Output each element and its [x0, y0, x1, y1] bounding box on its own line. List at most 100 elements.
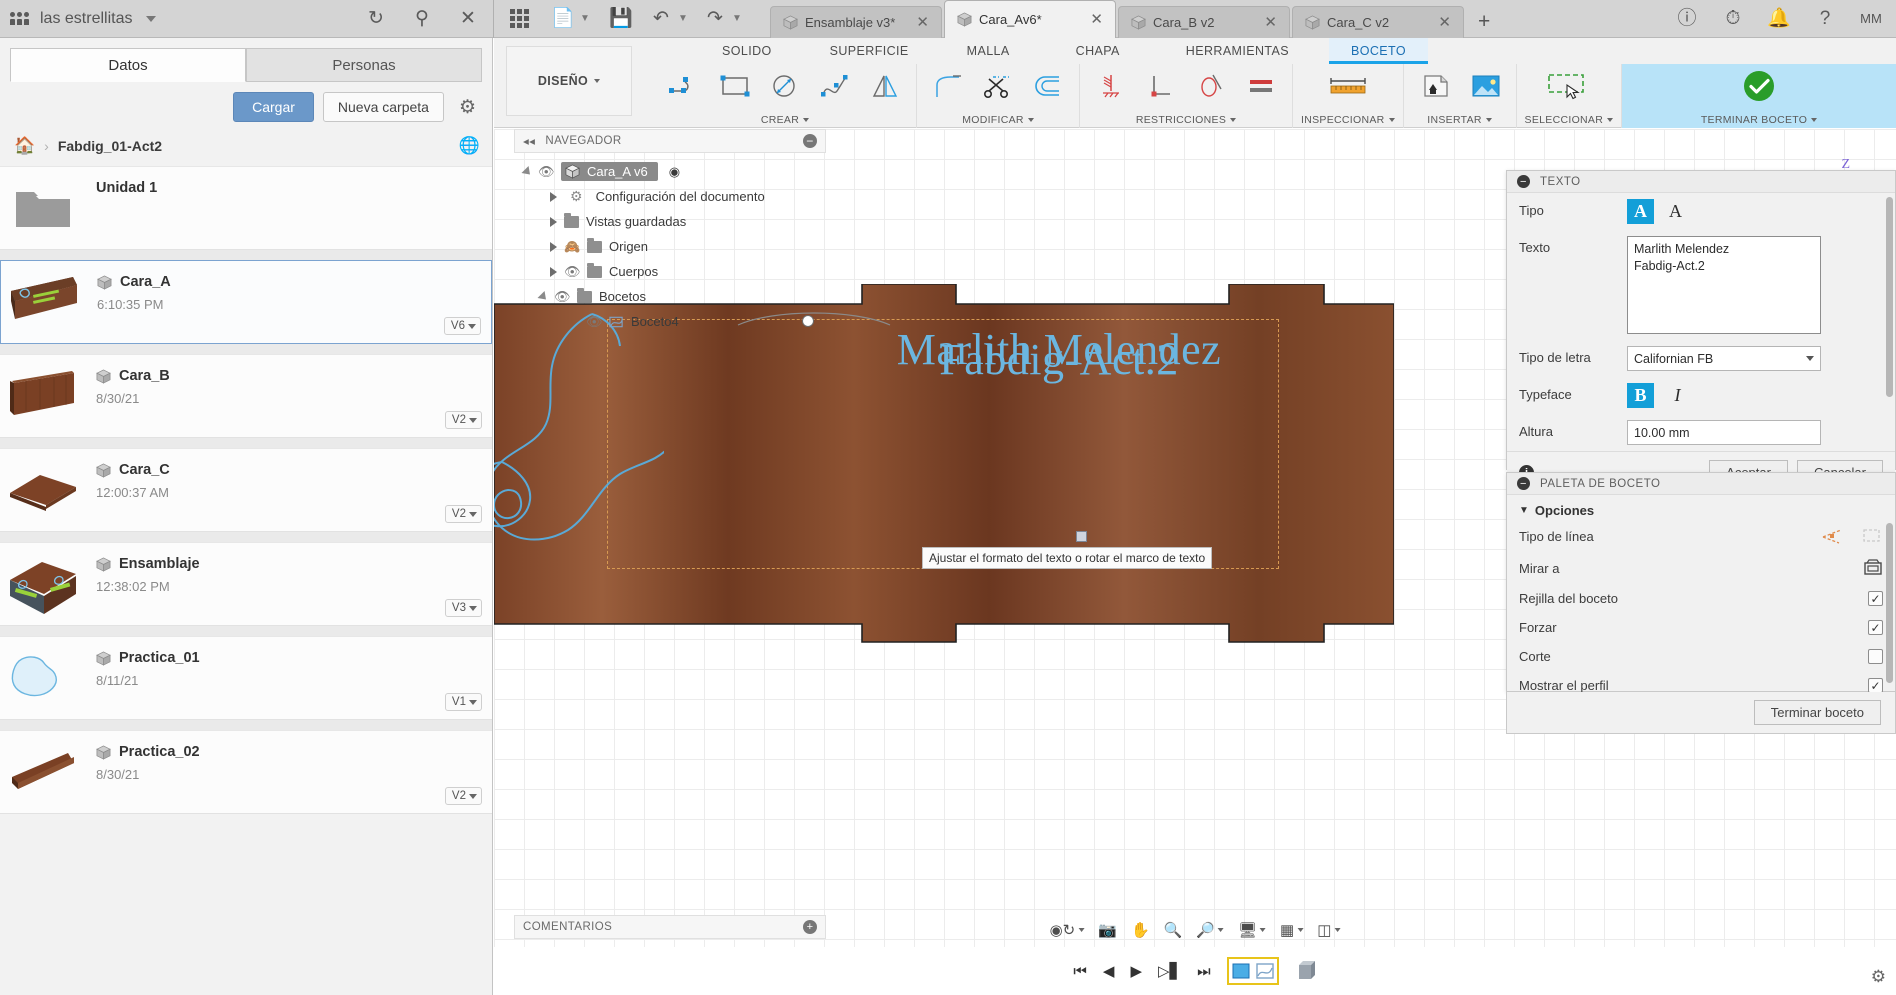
search-icon[interactable]: ⚲	[411, 8, 433, 30]
tab-malla[interactable]: MALLA	[945, 38, 1032, 64]
mirror-icon[interactable]	[862, 65, 908, 107]
finish-sketch-button[interactable]: Terminar boceto	[1753, 700, 1881, 725]
eye-icon[interactable]: 👁	[538, 164, 555, 180]
checkbox-rejilla[interactable]: ✓	[1868, 591, 1883, 606]
tab-personas[interactable]: Personas	[246, 48, 482, 82]
chevron-down-icon[interactable]: ▼	[672, 8, 694, 30]
document-tab-active[interactable]: Cara_Av6* ✕	[944, 0, 1116, 38]
minus-circle-icon[interactable]: −	[1517, 175, 1530, 188]
fillet-icon[interactable]	[925, 65, 971, 107]
tree-root-row[interactable]: 👁 Cara_A v6 ◉	[514, 159, 826, 184]
version-badge[interactable]: V6	[443, 317, 481, 335]
minus-circle-icon[interactable]: −	[1517, 477, 1530, 490]
display-settings-icon[interactable]: 🖥	[1238, 921, 1267, 939]
chevron-down-icon[interactable]	[146, 15, 157, 22]
tree-node-origen[interactable]: 🙈 Origen	[514, 234, 826, 259]
timeline-features[interactable]	[1226, 957, 1279, 985]
avatar[interactable]: MM	[1860, 8, 1882, 30]
viewports-icon[interactable]: ◫	[1317, 921, 1341, 939]
ribbon-group-label[interactable]: MODIFICAR	[962, 114, 1034, 128]
insert-derive-icon[interactable]	[1412, 65, 1458, 107]
checkbox-corte[interactable]	[1868, 649, 1883, 664]
height-input[interactable]	[1627, 420, 1821, 445]
question-icon[interactable]: ?	[1814, 8, 1836, 30]
look-at-plane-icon[interactable]	[1863, 559, 1883, 577]
dog-sketch-outline[interactable]	[494, 294, 664, 624]
version-badge[interactable]: V2	[444, 787, 482, 805]
tree-node-cuerpos[interactable]: 👁 Cuerpos	[514, 259, 826, 284]
checkbox-forzar[interactable]: ✓	[1868, 620, 1883, 635]
step-forward-icon[interactable]: ▷▋	[1158, 962, 1181, 980]
list-item-folder[interactable]: Unidad 1	[0, 166, 492, 250]
close-icon[interactable]: ✕	[1428, 13, 1451, 31]
undo-icon[interactable]: ↶	[650, 8, 672, 30]
text-type-horizontal-button[interactable]: A	[1627, 199, 1654, 224]
list-item-cara-b[interactable]: Cara_B 8/30/21 V2	[0, 354, 492, 438]
redo-icon[interactable]: ↷	[704, 8, 726, 30]
font-select[interactable]: Californian FB	[1627, 346, 1821, 371]
measure-icon[interactable]	[1319, 65, 1377, 107]
text-value-input[interactable]: Marlith Melendez Fabdig-Act.2	[1627, 236, 1821, 334]
construction-line-icon[interactable]	[1821, 527, 1843, 545]
palette-scrollbar[interactable]	[1886, 523, 1893, 683]
gear-icon[interactable]: ⚙	[453, 96, 482, 119]
close-icon[interactable]: ✕	[1080, 10, 1103, 28]
sketch-palette-section[interactable]: ▼ Opciones	[1507, 495, 1895, 520]
tree-node-vistas[interactable]: Vistas guardadas	[514, 209, 826, 234]
step-back-icon[interactable]: ◀	[1103, 962, 1115, 980]
settings-gear-icon[interactable]: ⚙	[1871, 967, 1886, 987]
tab-boceto[interactable]: BOCETO	[1329, 38, 1428, 64]
new-tab-button[interactable]: +	[1466, 10, 1502, 38]
breadcrumb-current[interactable]: Fabdig_01-Act2	[58, 138, 162, 154]
refresh-icon[interactable]: ↻	[365, 8, 387, 30]
help-icon[interactable]: ⓘ	[1676, 8, 1698, 30]
fix-icon[interactable]	[1088, 65, 1134, 107]
new-folder-button[interactable]: Nueva carpeta	[322, 92, 444, 122]
text-frame-box[interactable]	[607, 319, 1279, 569]
play-icon[interactable]: ▶	[1130, 962, 1142, 980]
eye-off-icon[interactable]: 🙈	[564, 239, 580, 255]
insert-image-icon[interactable]	[1462, 65, 1508, 107]
text-type-vertical-button[interactable]: A	[1662, 199, 1689, 224]
list-item-cara-c[interactable]: Cara_C 12:00:37 AM V2	[0, 448, 492, 532]
chevron-down-icon[interactable]: ▼	[726, 8, 748, 30]
tree-node-configuracion[interactable]: ⚙ Configuración del documento	[514, 184, 826, 209]
list-item-ensamblaje[interactable]: Ensamblaje 12:38:02 PM V3	[0, 542, 492, 626]
pan-icon[interactable]: ✋	[1131, 921, 1150, 939]
home-icon[interactable]: 🏠	[14, 136, 35, 156]
chevron-down-icon[interactable]: ▼	[574, 8, 596, 30]
upload-button[interactable]: Cargar	[233, 92, 314, 122]
italic-button[interactable]: I	[1664, 383, 1691, 408]
tab-herramientas[interactable]: HERRAMIENTAS	[1164, 38, 1311, 64]
eye-icon[interactable]: 👁	[554, 289, 571, 305]
file-icon[interactable]: 📄	[551, 8, 575, 30]
checkbox-mostrar-perfil[interactable]: ✓	[1868, 678, 1883, 693]
minus-circle-icon[interactable]: −	[803, 134, 817, 148]
version-badge[interactable]: V2	[444, 411, 482, 429]
document-tab[interactable]: Ensamblaje v3* ✕	[770, 5, 942, 38]
finish-check-icon[interactable]	[1727, 65, 1791, 107]
ribbon-group-label[interactable]: INSPECCIONAR	[1301, 114, 1395, 128]
close-icon[interactable]: ✕	[1254, 13, 1277, 31]
app-grid-icon[interactable]	[508, 8, 530, 30]
plus-circle-icon[interactable]: +	[803, 920, 817, 934]
notification-icon[interactable]: 🔔	[1767, 8, 1791, 30]
document-tab[interactable]: Cara_C v2 ✕	[1292, 5, 1464, 38]
circle-icon[interactable]	[762, 65, 808, 107]
list-item-cara-a[interactable]: Cara_A 6:10:35 PM V6	[0, 260, 492, 344]
version-badge[interactable]: V1	[444, 693, 482, 711]
orbit-icon[interactable]: ◉↻	[1050, 921, 1085, 939]
close-icon[interactable]: ✕	[906, 13, 929, 31]
version-badge[interactable]: V2	[444, 505, 482, 523]
team-name[interactable]: las estrellitas	[40, 10, 132, 28]
tree-node-boceto4[interactable]: 👁 Boceto4	[514, 309, 826, 334]
eye-icon[interactable]: 👁	[564, 264, 581, 280]
grid-snap-icon[interactable]: ▦	[1280, 921, 1304, 939]
clock-icon[interactable]: ⏱	[1722, 8, 1744, 30]
fit-icon[interactable]: 🔎	[1196, 921, 1224, 939]
look-at-icon[interactable]: 📷	[1098, 921, 1117, 939]
ribbon-group-label[interactable]: INSERTAR	[1427, 114, 1492, 128]
save-icon[interactable]: 💾	[609, 8, 633, 30]
ribbon-group-label[interactable]: CREAR	[761, 114, 810, 128]
selection-box-icon[interactable]	[1540, 65, 1598, 107]
